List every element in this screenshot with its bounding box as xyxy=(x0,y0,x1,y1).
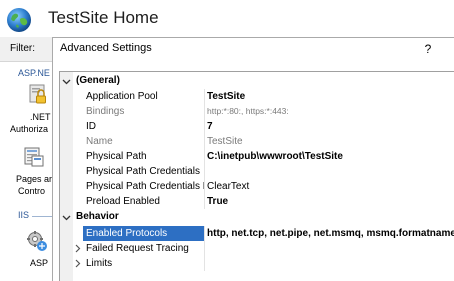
gear-icon[interactable] xyxy=(26,230,48,252)
property-name: Enabled Protocols xyxy=(83,226,204,241)
property-value[interactable]: TestSite xyxy=(205,134,454,149)
property-name: Physical Path Credentials Lo xyxy=(86,181,204,192)
property-name: Physical Path Credentials xyxy=(86,166,200,177)
window-header: TestSite Home xyxy=(0,0,454,37)
collapse-icon[interactable] xyxy=(62,77,71,86)
property-row-limits[interactable]: Limits xyxy=(60,256,454,271)
property-value[interactable]: 7 xyxy=(205,119,454,134)
globe-icon xyxy=(7,8,31,32)
lock-icon[interactable] xyxy=(27,83,49,105)
property-value[interactable]: TestSite xyxy=(205,89,454,104)
filter-label: Filter: xyxy=(10,43,35,54)
property-name: ID xyxy=(86,121,96,132)
feature-label-net-authorization-1[interactable]: .NET xyxy=(30,112,51,123)
category-background xyxy=(73,210,454,225)
pages-controls-icon[interactable] xyxy=(23,146,45,168)
filter-bar: Filter: xyxy=(0,37,52,62)
advanced-settings-dialog: Advanced Settings ? (General) Applicatio… xyxy=(52,37,454,281)
property-row-name[interactable]: Name TestSite xyxy=(60,134,454,149)
features-pane: Filter: ASP.NE .NET Authoriza Pages ar C… xyxy=(0,37,52,281)
page-title: TestSite Home xyxy=(48,8,159,27)
feature-label-pages-controls-1[interactable]: Pages ar xyxy=(16,174,52,185)
property-value[interactable]: ClearText xyxy=(205,179,454,194)
property-name: Name xyxy=(86,136,113,147)
property-row-failed-request-tracing[interactable]: Failed Request Tracing xyxy=(60,241,454,256)
expand-icon[interactable] xyxy=(73,259,82,268)
property-row-preload-enabled[interactable]: Preload Enabled True xyxy=(60,194,454,209)
property-value[interactable] xyxy=(205,164,454,179)
property-name: Application Pool xyxy=(86,91,158,102)
help-button[interactable]: ? xyxy=(420,39,436,59)
property-row-physical-path[interactable]: Physical Path C:\inetpub\wwwroot\TestSit… xyxy=(60,149,454,164)
property-name: Bindings xyxy=(86,106,125,117)
dialog-title: Advanced Settings xyxy=(60,42,152,54)
group-header-iis[interactable]: IIS xyxy=(18,210,29,220)
property-value[interactable]: True xyxy=(205,194,454,209)
group-divider xyxy=(32,216,52,217)
feature-label-pages-controls-2[interactable]: Contro xyxy=(18,186,45,197)
property-value[interactable]: http:*:80:, https:*:443: xyxy=(205,104,454,119)
collapse-icon[interactable] xyxy=(62,213,71,222)
property-row-application-pool[interactable]: Application Pool TestSite xyxy=(60,89,454,104)
expand-icon[interactable] xyxy=(73,244,82,253)
property-name: Physical Path xyxy=(86,151,147,162)
property-name: Failed Request Tracing xyxy=(86,243,189,254)
dialog-titlebar: Advanced Settings ? xyxy=(53,38,454,62)
property-row-id[interactable]: ID 7 xyxy=(60,119,454,134)
property-row-bindings[interactable]: Bindings http:*:80:, https:*:443: xyxy=(60,104,454,119)
property-value[interactable] xyxy=(205,241,454,256)
property-row-physical-path-credentials-logon[interactable]: Physical Path Credentials Lo ClearText xyxy=(60,179,454,194)
category-label-general: (General) xyxy=(76,75,120,86)
group-header-aspnet[interactable]: ASP.NE xyxy=(18,68,50,78)
property-name: Limits xyxy=(86,258,113,269)
category-general[interactable]: (General) xyxy=(60,74,454,89)
property-row-physical-path-credentials[interactable]: Physical Path Credentials xyxy=(60,164,454,179)
category-background xyxy=(73,74,454,89)
feature-label-net-authorization-2[interactable]: Authoriza xyxy=(10,124,48,135)
category-behavior[interactable]: Behavior xyxy=(60,210,454,225)
feature-label-asp[interactable]: ASP xyxy=(30,258,48,269)
category-label-behavior: Behavior xyxy=(76,211,119,222)
property-value[interactable]: C:\inetpub\wwwroot\TestSite xyxy=(205,149,454,164)
property-row-enabled-protocols[interactable]: Enabled Protocols http, net.tcp, net.pip… xyxy=(60,226,454,241)
property-grid: (General) Application Pool TestSite Bind… xyxy=(59,71,454,281)
property-value[interactable] xyxy=(205,256,454,271)
property-value[interactable]: http, net.tcp, net.pipe, net.msmq, msmq.… xyxy=(205,226,454,241)
property-name: Preload Enabled xyxy=(86,196,160,207)
